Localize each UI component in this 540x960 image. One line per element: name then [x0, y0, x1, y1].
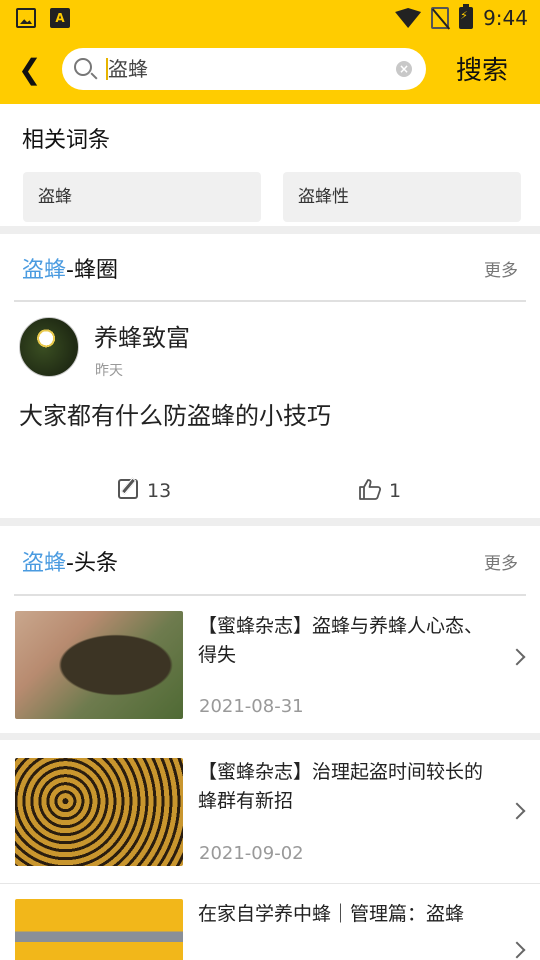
news-title[interactable]: 【蜜蜂杂志】治理起盗时间较长的蜂群有新招: [198, 758, 488, 816]
chevron-right-icon[interactable]: [508, 802, 526, 820]
item-divider: [0, 733, 540, 740]
circle-more-link[interactable]: 更多: [484, 256, 518, 281]
app-notification-icon: A: [50, 8, 70, 28]
news-date: 2021-08-31: [199, 696, 304, 717]
clear-icon[interactable]: ×: [396, 61, 412, 77]
news-more-link[interactable]: 更多: [484, 549, 518, 574]
news-section-title: 盗蜂-头条: [22, 545, 118, 577]
item-divider: [0, 883, 540, 884]
news-date: 2021-09-02: [199, 843, 304, 864]
thumbs-up-icon[interactable]: [358, 478, 382, 500]
status-time: 9:44: [483, 6, 528, 30]
news-title[interactable]: 在家自学养中蜂｜管理篇：盗蜂: [198, 900, 488, 929]
chevron-right-icon[interactable]: [508, 941, 526, 959]
circle-keyword: 盗蜂: [22, 258, 67, 283]
news-suffix: -头条: [66, 551, 118, 576]
search-input[interactable]: 盗蜂: [108, 56, 148, 82]
back-arrow-icon[interactable]: ❮: [18, 56, 41, 84]
status-bar: A 9:44: [0, 0, 540, 36]
related-term-0[interactable]: 盗蜂: [23, 172, 261, 222]
gallery-notification-icon: [16, 8, 36, 28]
circle-suffix: -蜂圈: [66, 258, 118, 283]
news-thumbnail[interactable]: [15, 611, 183, 719]
search-header: ❮ 盗蜂 × 搜索: [0, 36, 540, 104]
comment-count[interactable]: 13: [147, 480, 171, 502]
no-sim-icon: [431, 7, 450, 29]
post-author[interactable]: 养蜂致富: [94, 318, 190, 353]
post-time: 昨天: [95, 363, 123, 379]
section-divider: [0, 226, 540, 234]
news-thumbnail[interactable]: [15, 899, 183, 960]
related-terms-title: 相关词条: [22, 128, 111, 153]
wifi-icon: [395, 8, 422, 28]
battery-charging-icon: [459, 4, 474, 29]
search-icon: [74, 58, 92, 76]
section-rule: [14, 594, 526, 596]
circle-section-title: 盗蜂-蜂圈: [22, 252, 118, 284]
news-thumbnail[interactable]: [15, 758, 183, 866]
like-count[interactable]: 1: [389, 480, 401, 502]
avatar[interactable]: [19, 317, 79, 377]
news-title[interactable]: 【蜜蜂杂志】盗蜂与养蜂人心态、得失: [198, 612, 488, 670]
comment-icon[interactable]: [118, 479, 138, 499]
section-divider: [0, 518, 540, 526]
news-keyword: 盗蜂: [22, 551, 67, 576]
search-box[interactable]: 盗蜂 ×: [62, 48, 426, 90]
search-button[interactable]: 搜索: [456, 50, 508, 87]
related-term-1[interactable]: 盗蜂性: [283, 172, 521, 222]
post-text[interactable]: 大家都有什么防盗蜂的小技巧: [19, 396, 331, 431]
chevron-right-icon[interactable]: [508, 648, 526, 666]
section-rule: [14, 300, 526, 302]
